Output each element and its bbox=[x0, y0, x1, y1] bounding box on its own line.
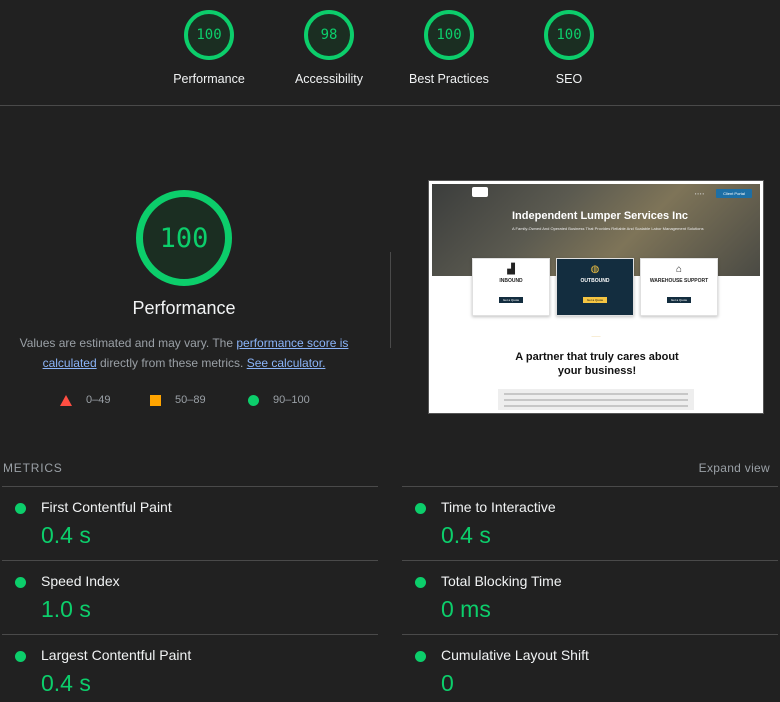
service-card-inbound: ▟ INBOUND Get a Quote bbox=[472, 258, 550, 316]
pass-circle-icon bbox=[15, 577, 26, 588]
square-icon bbox=[150, 394, 161, 406]
gauge-accessibility[interactable]: 98 Accessibility bbox=[274, 10, 384, 86]
desc-prefix: Values are estimated and may vary. The bbox=[19, 336, 237, 350]
service-card-outbound: ◍ OUTBOUND Get a Quote bbox=[556, 258, 634, 316]
metric-value: 0.4 s bbox=[41, 522, 91, 548]
pass-circle-icon bbox=[415, 577, 426, 588]
pass-circle-icon bbox=[15, 503, 26, 514]
gauge-performance[interactable]: 100 Performance bbox=[154, 10, 264, 86]
gauge-best-practices[interactable]: 100 Best Practices bbox=[394, 10, 504, 86]
metric-name: Largest Contentful Paint bbox=[41, 647, 192, 663]
metric-first-contentful-paint: First Contentful Paint 0.4 s bbox=[2, 486, 378, 560]
forklift-icon: ▟ bbox=[507, 264, 515, 275]
gauge-accessibility-label: Accessibility bbox=[294, 72, 364, 86]
page-screenshot-thumbnail[interactable]: ▪ ▪ ▪ ▪ Client Portal Independent Lumper… bbox=[428, 180, 764, 414]
gauge-performance-label: Performance bbox=[173, 72, 245, 86]
card-title: INBOUND bbox=[499, 278, 523, 284]
gauge-performance-score: 100 bbox=[184, 10, 234, 60]
legend-average-range: 50–89 bbox=[175, 394, 206, 406]
metric-value: 0.4 s bbox=[41, 670, 91, 696]
legend-fail: 0–49 bbox=[60, 394, 110, 406]
site-subheadline: A Family-Owned And Operated Business Tha… bbox=[512, 226, 704, 231]
metric-name: Total Blocking Time bbox=[441, 573, 562, 589]
card-title: OUTBOUND bbox=[580, 278, 610, 284]
card-text bbox=[565, 287, 625, 293]
gauge-seo[interactable]: 100 SEO bbox=[514, 10, 624, 86]
client-portal-button: Client Portal bbox=[716, 189, 752, 198]
gauge-seo-score: 100 bbox=[544, 10, 594, 60]
circle-icon bbox=[248, 394, 259, 406]
card-title: WAREHOUSE SUPPORT bbox=[649, 278, 709, 284]
metric-name: Cumulative Layout Shift bbox=[441, 647, 589, 663]
card-quote-button: Get a Quote bbox=[499, 297, 523, 303]
score-legend: 0–49 50–89 90–100 bbox=[60, 394, 340, 410]
intro-paragraph bbox=[498, 389, 694, 410]
performance-title: Performance bbox=[132, 298, 236, 318]
metric-name: Speed Index bbox=[41, 573, 120, 589]
metrics-heading: METRICS bbox=[3, 461, 63, 475]
legend-pass-range: 90–100 bbox=[273, 394, 310, 406]
metric-value: 0.4 s bbox=[441, 522, 491, 548]
metric-largest-contentful-paint: Largest Contentful Paint 0.4 s bbox=[2, 634, 378, 702]
metric-value: 1.0 s bbox=[41, 596, 91, 622]
globe-icon: ◍ bbox=[590, 264, 600, 275]
metric-cumulative-layout-shift: Cumulative Layout Shift 0 bbox=[402, 634, 778, 702]
legend-average: 50–89 bbox=[150, 394, 206, 406]
gauge-best-practices-label: Best Practices bbox=[409, 72, 489, 86]
card-text bbox=[481, 287, 541, 293]
metric-name: First Contentful Paint bbox=[41, 499, 172, 515]
metric-total-blocking-time: Total Blocking Time 0 ms bbox=[402, 560, 778, 634]
pass-circle-icon bbox=[15, 651, 26, 662]
performance-score-gauge: 100 bbox=[136, 190, 232, 286]
see-calculator-link[interactable]: See calculator. bbox=[247, 356, 326, 370]
pass-circle-icon bbox=[415, 651, 426, 662]
metric-time-to-interactive: Time to Interactive 0.4 s bbox=[402, 486, 778, 560]
gauge-seo-label: SEO bbox=[555, 72, 583, 86]
site-headline: Independent Lumper Services Inc bbox=[512, 210, 689, 222]
performance-summary: 100 Performance Values are estimated and… bbox=[0, 190, 368, 373]
site-logo-icon bbox=[472, 187, 488, 197]
site-nav: ▪ ▪ ▪ ▪ bbox=[694, 191, 704, 196]
vertical-divider bbox=[390, 252, 391, 348]
performance-description: Values are estimated and may vary. The p… bbox=[9, 333, 359, 373]
gauge-accessibility-score: 98 bbox=[304, 10, 354, 60]
warehouse-icon: ⌂ bbox=[675, 264, 683, 275]
card-quote-button: Get a Quote bbox=[583, 297, 607, 303]
gauge-best-practices-score: 100 bbox=[424, 10, 474, 60]
legend-fail-range: 0–49 bbox=[86, 394, 111, 406]
card-text bbox=[649, 287, 709, 293]
pass-circle-icon bbox=[415, 503, 426, 514]
metric-value: 0 bbox=[441, 670, 454, 696]
triangle-icon bbox=[60, 394, 72, 406]
legend-pass: 90–100 bbox=[248, 394, 310, 406]
metric-name: Time to Interactive bbox=[441, 499, 556, 515]
metric-value: 0 ms bbox=[441, 596, 491, 622]
metric-speed-index: Speed Index 1.0 s bbox=[2, 560, 378, 634]
card-quote-button: Get a Quote bbox=[667, 297, 691, 303]
partner-heading: A partner that truly cares about your bu… bbox=[515, 351, 679, 377]
category-gauges: 100 Performance 98 Accessibility 100 Bes… bbox=[0, 0, 780, 106]
service-card-warehouse: ⌂ WAREHOUSE SUPPORT Get a Quote bbox=[640, 258, 718, 316]
expand-view-toggle[interactable]: Expand view bbox=[699, 461, 770, 475]
section-kicker: ——— bbox=[591, 334, 601, 338]
desc-middle: directly from these metrics. bbox=[96, 356, 247, 370]
